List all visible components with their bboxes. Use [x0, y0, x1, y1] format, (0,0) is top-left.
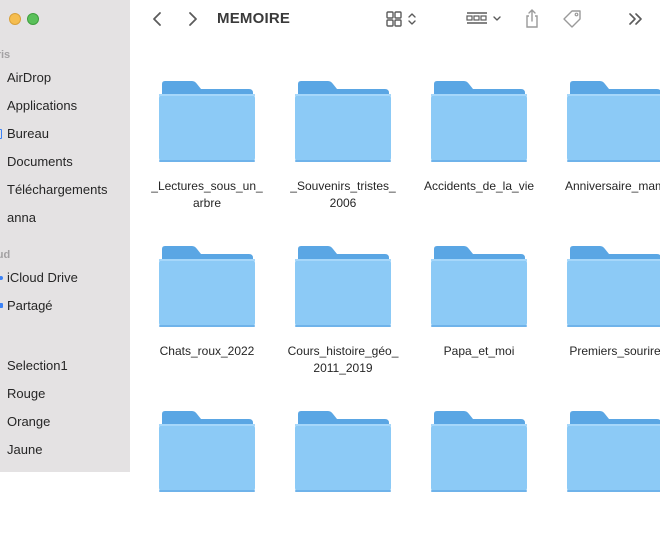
folder-icon: [295, 246, 391, 327]
folder-icon: [295, 81, 391, 162]
icloud-icon: [0, 276, 3, 280]
shared-folder-icon: [0, 303, 3, 308]
sidebar-item-bureau[interactable]: Bureau: [0, 122, 130, 146]
sidebar-item-label: Rouge: [7, 386, 46, 401]
sidebar-item-label: Orange: [7, 414, 51, 429]
sidebar-item-label: iCloud Drive: [7, 270, 78, 285]
sidebar-item-label: Téléchargements: [7, 182, 108, 197]
double-chevron-right-icon: [629, 13, 642, 25]
zoom-button[interactable]: [27, 13, 39, 25]
share-button[interactable]: [522, 8, 542, 30]
folder-icon: [159, 81, 255, 162]
folder-icon: [567, 81, 660, 162]
sidebar-section-favorites-heading: oris: [0, 49, 11, 61]
sidebar-item-label: Partagé: [7, 298, 53, 313]
folder-name: Cours_histoire_géo_ 2011_2019: [287, 344, 399, 375]
folder-icon: [159, 411, 255, 492]
minimize-button[interactable]: [9, 13, 21, 25]
folder-item[interactable]: [547, 410, 660, 550]
folder-item[interactable]: Cours_histoire_géo_ 2011_2019: [275, 245, 411, 385]
view-mode-button[interactable]: [385, 8, 421, 30]
folder-icon: [159, 246, 255, 327]
folder-item[interactable]: [139, 410, 275, 550]
sidebar-item-label: Selection1: [7, 358, 68, 373]
sidebar-item-icloud-drive[interactable]: iCloud Drive: [0, 266, 130, 290]
folder-item[interactable]: Anniversaire_mam: [547, 80, 660, 220]
toolbar: MEMOIRE: [130, 0, 660, 38]
folder-name: Accidents_de_la_vie: [423, 179, 535, 193]
sidebar-item-partage[interactable]: Partagé: [0, 294, 130, 318]
sidebar-item-label: anna: [7, 210, 36, 225]
folder-item[interactable]: _Souvenirs_tristes_ 2006: [275, 80, 411, 220]
sidebar-item-label: Bureau: [7, 126, 49, 141]
folder-name: Premiers_sourire: [569, 344, 660, 358]
sidebar-item-label: Documents: [7, 154, 73, 169]
sidebar-section-icloud-heading: oud: [0, 249, 11, 261]
folder-name: Chats_roux_2022: [159, 344, 255, 358]
folder-name: Papa_et_moi: [443, 344, 515, 358]
sidebar: oris AirDrop Applications Bureau Documen…: [0, 0, 130, 472]
window-title: MEMOIRE: [217, 10, 291, 27]
sidebar-item-telechargements[interactable]: Téléchargements: [0, 178, 130, 202]
main-content: MEMOIRE _Lectures_sous_un_ arbre _Souven…: [130, 0, 660, 492]
folder-icon: [431, 411, 527, 492]
folder-item[interactable]: Premiers_sourire: [547, 245, 660, 385]
folder-item[interactable]: [275, 410, 411, 550]
folder-icon: [295, 411, 391, 492]
folder-name: _Lectures_sous_un_ arbre: [151, 179, 263, 210]
sidebar-item-rouge[interactable]: Rouge: [0, 382, 130, 406]
sidebar-item-label: AirDrop: [7, 70, 52, 85]
sidebar-item-airdrop[interactable]: AirDrop: [0, 66, 130, 90]
sidebar-item-applications[interactable]: Applications: [0, 94, 130, 118]
back-button[interactable]: [148, 8, 166, 30]
folder-item[interactable]: Accidents_de_la_vie: [411, 80, 547, 220]
share-icon: [526, 9, 538, 28]
icon-grid-view-icon: [386, 11, 416, 27]
sidebar-item-selection1[interactable]: Selection1: [0, 354, 130, 378]
folder-name: _Souvenirs_tristes_ 2006: [290, 179, 396, 210]
forward-button[interactable]: [184, 8, 202, 30]
more-toolbar-button[interactable]: [625, 8, 647, 30]
sidebar-item-documents[interactable]: Documents: [0, 150, 130, 174]
folder-icon: [567, 246, 660, 327]
folder-item[interactable]: Chats_roux_2022: [139, 245, 275, 385]
chevron-left-icon: [153, 12, 161, 26]
tag-icon: [563, 10, 581, 28]
tag-button[interactable]: [560, 8, 584, 30]
group-by-button[interactable]: [465, 8, 505, 30]
group-by-icon: [466, 12, 501, 24]
sidebar-item-label: Jaune: [7, 442, 43, 457]
folder-item[interactable]: Papa_et_moi: [411, 245, 547, 385]
folder-icon: [431, 246, 527, 327]
desktop-icon: [0, 129, 2, 139]
folder-item[interactable]: _Lectures_sous_un_ arbre: [139, 80, 275, 220]
chevron-right-icon: [189, 12, 197, 26]
sidebar-item-jaune[interactable]: Jaune: [0, 438, 130, 462]
folder-icon: [567, 411, 660, 492]
folder-item[interactable]: [411, 410, 547, 550]
sidebar-item-anna[interactable]: anna: [0, 206, 130, 230]
folder-icon: [431, 81, 527, 162]
sidebar-item-orange[interactable]: Orange: [0, 410, 130, 434]
folder-name: Anniversaire_mam: [564, 179, 660, 193]
sidebar-item-label: Applications: [7, 98, 78, 113]
